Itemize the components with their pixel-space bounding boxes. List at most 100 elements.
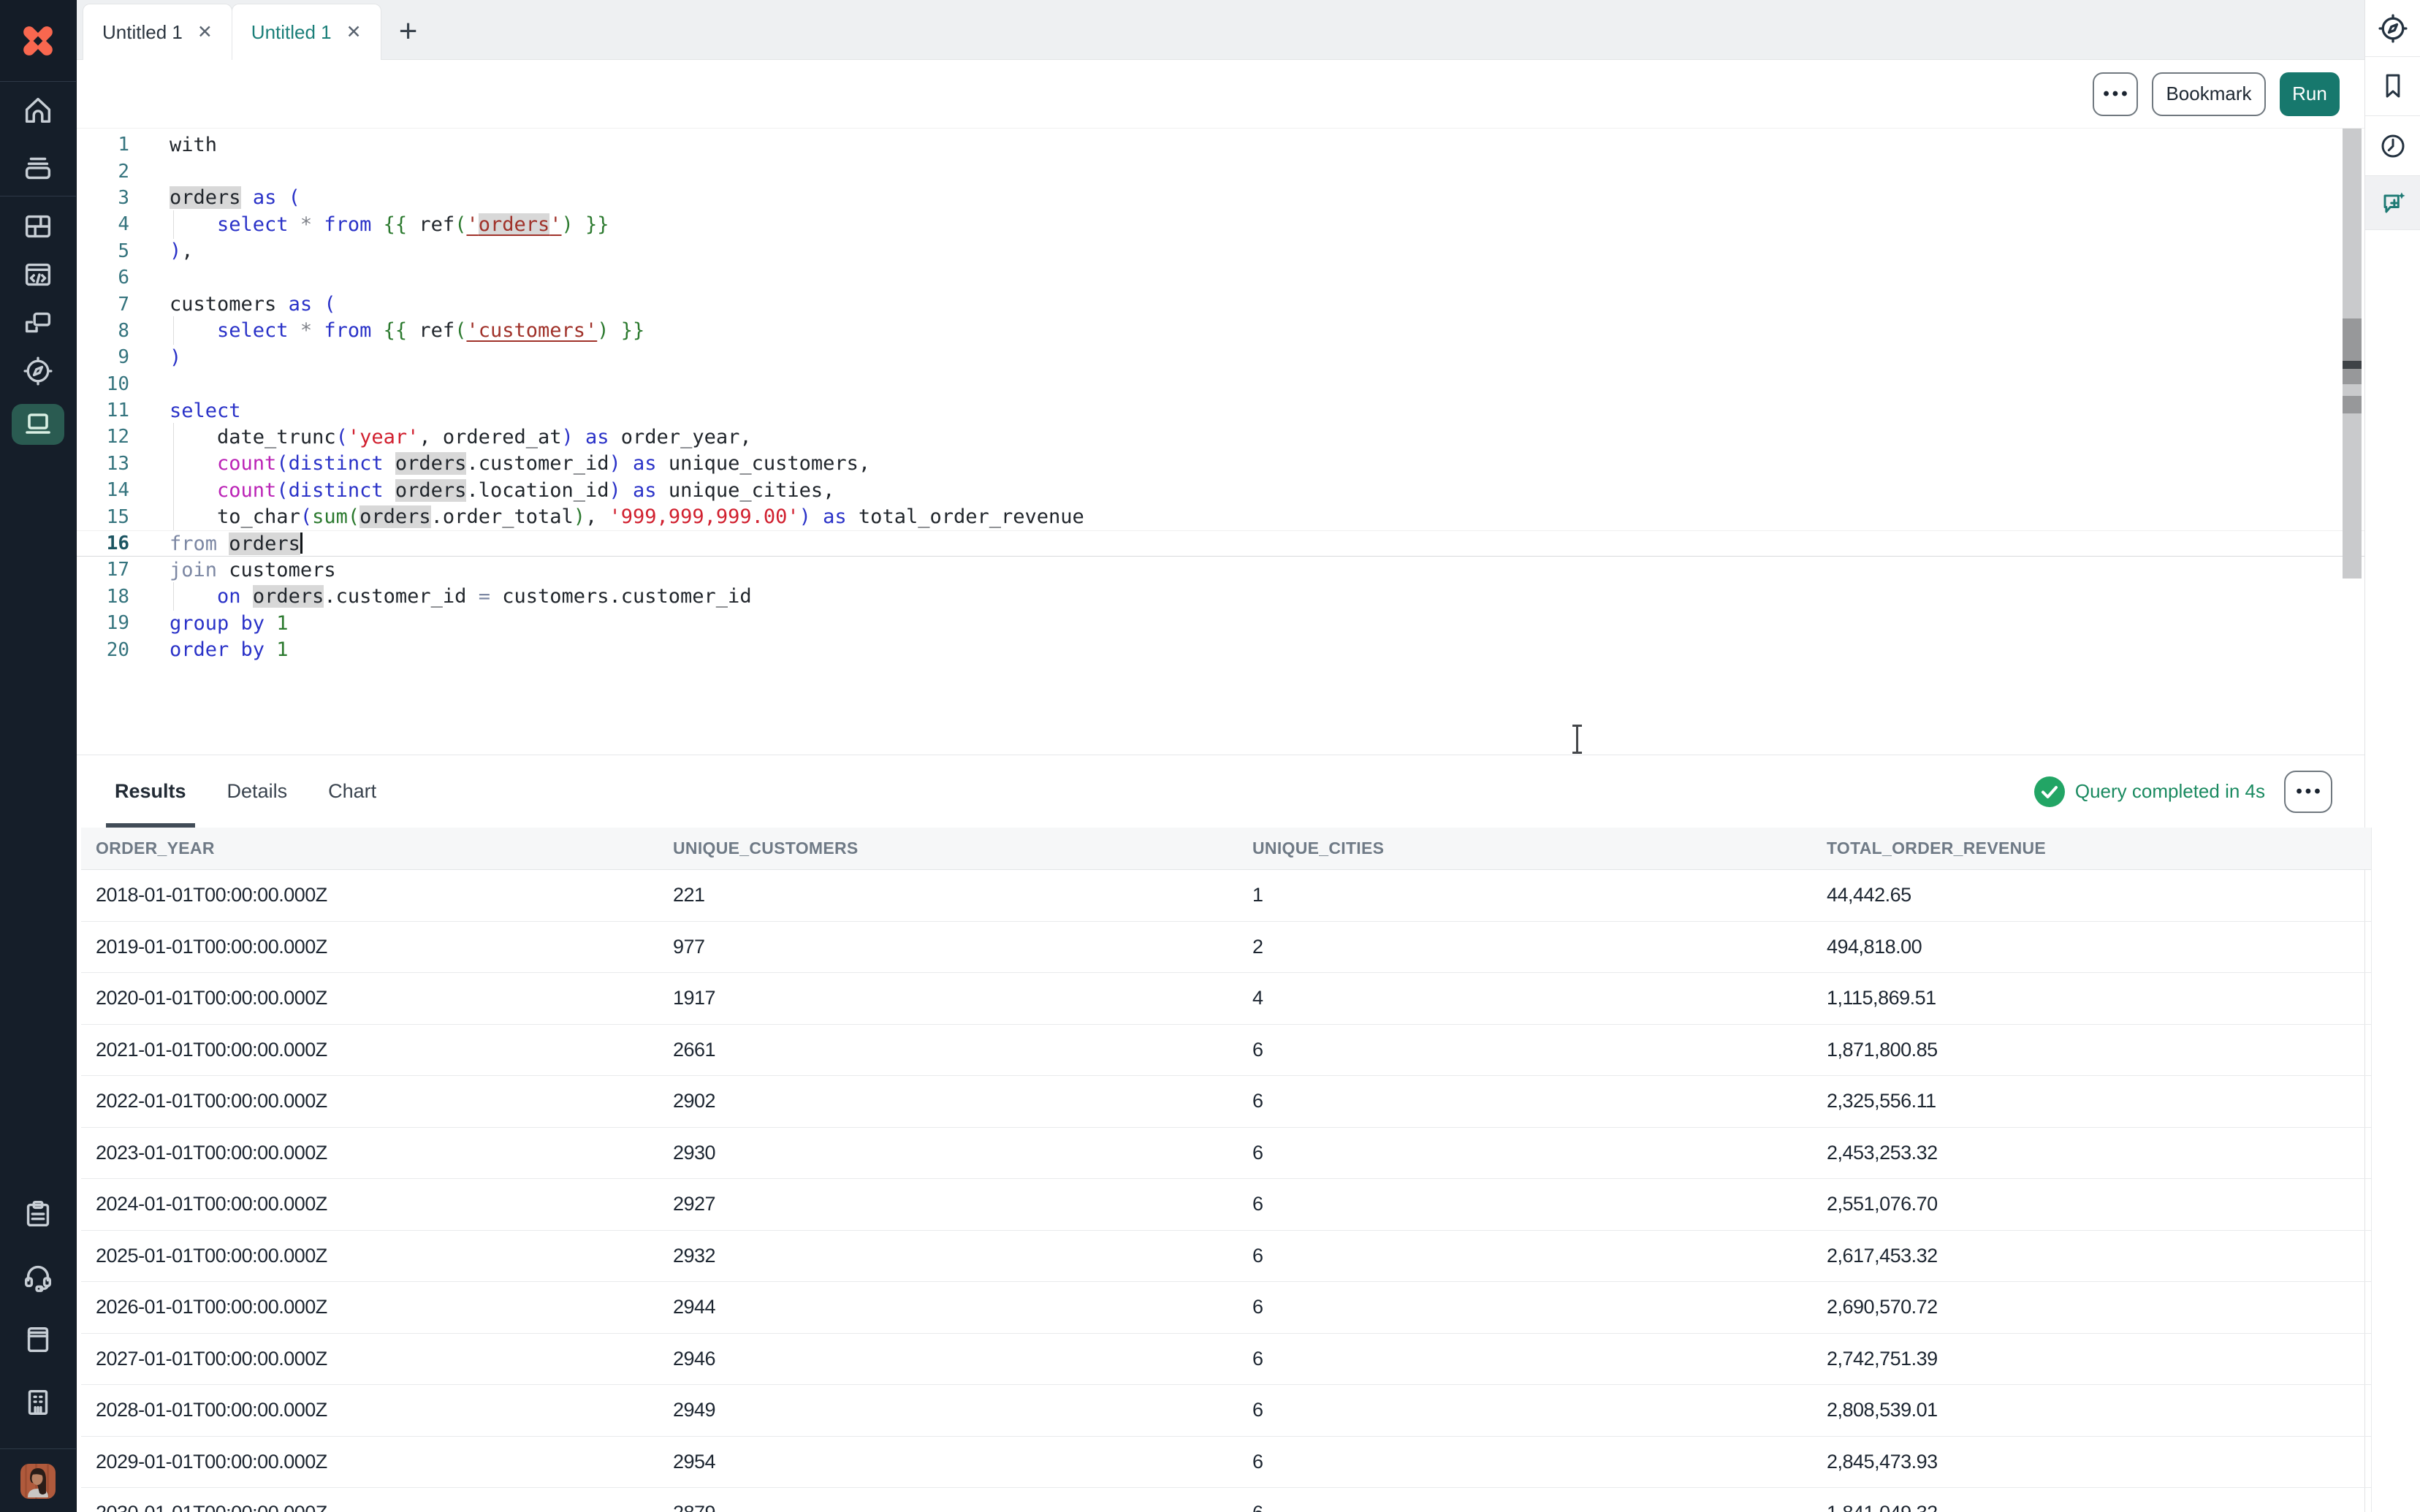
column-header-order_year[interactable]: ORDER_YEAR	[81, 839, 658, 858]
inbox-stack-icon[interactable]	[0, 139, 76, 196]
code-line-12[interactable]: 12 date_trunc('year', ordered_at) as ord…	[77, 424, 2364, 450]
headset-support-icon[interactable]	[12, 1260, 64, 1294]
new-tab-button[interactable]: +	[390, 3, 427, 59]
windows-two-icon[interactable]	[12, 306, 64, 340]
laptop-terminal-icon[interactable]	[12, 404, 64, 445]
home-icon[interactable]	[0, 82, 76, 139]
table-cell: 44,442.65	[1812, 884, 2371, 906]
table-cell: 6	[1238, 1193, 1812, 1215]
check-circle-icon	[2034, 776, 2065, 807]
tab-untitled-2[interactable]: Untitled 1✕	[232, 4, 381, 60]
code-text: date_trunc('year', ordered_at) as order_…	[170, 426, 752, 448]
table-cell: 2	[1238, 936, 1812, 958]
query-status: Query completed in 4s	[2034, 776, 2265, 807]
table-cell: 2029-01-01T00:00:00.000Z	[81, 1451, 658, 1473]
results-more-button[interactable]: •••	[2284, 771, 2332, 813]
table-cell: 2932	[658, 1245, 1238, 1267]
hex-logo[interactable]	[0, 0, 76, 82]
tab-close-icon[interactable]: ✕	[346, 21, 362, 43]
compass-icon[interactable]	[12, 354, 64, 388]
table-cell: 2022-01-01T00:00:00.000Z	[81, 1090, 658, 1112]
column-header-unique_cities[interactable]: UNIQUE_CITIES	[1238, 839, 1812, 858]
results-tab-chart[interactable]: Chart	[328, 755, 376, 828]
table-cell: 2,453,253.32	[1812, 1142, 2371, 1164]
table-cell: 6	[1238, 1502, 1812, 1512]
table-row: 2030-01-01T00:00:00.000Z287961,841,049.3…	[81, 1488, 2371, 1512]
table-cell: 2879	[658, 1502, 1238, 1512]
code-text: )	[170, 346, 181, 369]
scrollbar-thumb[interactable]	[2343, 318, 2362, 384]
table-cell: 4	[1238, 987, 1812, 1009]
editor-scrollbar[interactable]	[2343, 129, 2362, 579]
code-text: order by 1	[170, 638, 289, 661]
table-cell: 2954	[658, 1451, 1238, 1473]
code-line-5[interactable]: 5),	[77, 238, 2364, 264]
dashboard-grid-icon[interactable]	[12, 210, 64, 243]
code-line-17[interactable]: 17join customers	[77, 557, 2364, 583]
code-line-6[interactable]: 6	[77, 264, 2364, 291]
history-clock-icon[interactable]	[2365, 116, 2420, 176]
table-cell: 2018-01-01T00:00:00.000Z	[81, 884, 658, 906]
code-line-8[interactable]: 8 select * from {{ ref('customers') }}	[77, 318, 2364, 344]
table-row: 2019-01-01T00:00:00.000Z9772494,818.00	[81, 922, 2371, 974]
ai-chat-sparkle-icon[interactable]	[2365, 176, 2420, 230]
tab-close-icon[interactable]: ✕	[197, 21, 213, 43]
column-header-total_order_revenue[interactable]: TOTAL_ORDER_REVENUE	[1812, 839, 2371, 858]
table-cell: 1917	[658, 987, 1238, 1009]
code-line-14[interactable]: 14 count(distinct orders.location_id) as…	[77, 477, 2364, 503]
code-line-4[interactable]: 4 select * from {{ ref('orders') }}	[77, 211, 2364, 237]
run-button[interactable]: Run	[2280, 72, 2340, 116]
code-line-3[interactable]: 3orders as (	[77, 185, 2364, 211]
code-line-11[interactable]: 11select	[77, 397, 2364, 424]
table-row: 2028-01-01T00:00:00.000Z294962,808,539.0…	[81, 1385, 2371, 1437]
code-line-7[interactable]: 7customers as (	[77, 291, 2364, 317]
table-cell: 1,115,869.51	[1812, 987, 2371, 1009]
code-text: from orders	[170, 532, 302, 555]
results-tab-results[interactable]: Results	[115, 755, 186, 828]
bookmark-icon[interactable]	[2365, 57, 2420, 116]
docs-book-icon[interactable]	[12, 1323, 64, 1356]
hex-logo-icon	[17, 20, 59, 62]
table-cell: 2019-01-01T00:00:00.000Z	[81, 936, 658, 958]
line-number: 15	[77, 506, 129, 528]
code-window-icon[interactable]	[12, 258, 64, 291]
code-line-13[interactable]: 13 count(distinct orders.customer_id) as…	[77, 451, 2364, 477]
table-cell: 2020-01-01T00:00:00.000Z	[81, 987, 658, 1009]
table-cell: 2930	[658, 1142, 1238, 1164]
code-line-2[interactable]: 2	[77, 158, 2364, 184]
code-text: count(distinct orders.customer_id) as un…	[170, 452, 870, 475]
scrollbar-cursor-marker	[2343, 361, 2362, 369]
table-row: 2025-01-01T00:00:00.000Z293262,617,453.3…	[81, 1231, 2371, 1283]
building-org-icon[interactable]	[12, 1386, 64, 1419]
clipboard-icon[interactable]	[12, 1197, 64, 1231]
code-line-9[interactable]: 9)	[77, 344, 2364, 370]
table-cell: 2023-01-01T00:00:00.000Z	[81, 1142, 658, 1164]
tab-untitled-1[interactable]: Untitled 1✕	[83, 4, 232, 60]
code-line-16[interactable]: 16 from orders	[77, 530, 2364, 557]
line-number: 16	[77, 532, 129, 554]
table-cell: 2,551,076.70	[1812, 1193, 2371, 1215]
line-number: 9	[77, 346, 129, 368]
table-cell: 2,617,453.32	[1812, 1245, 2371, 1267]
user-avatar[interactable]	[20, 1464, 56, 1499]
compass-icon[interactable]	[2365, 0, 2420, 57]
code-text: ),	[170, 240, 194, 262]
code-text: on orders.customer_id = customers.custom…	[170, 585, 752, 608]
code-line-15[interactable]: 15 to_char(sum(orders.order_total), '999…	[77, 503, 2364, 530]
code-text: with	[170, 134, 217, 156]
code-line-1[interactable]: 1with	[77, 131, 2364, 158]
sql-editor[interactable]: 1with23orders as (4 select * from {{ ref…	[77, 129, 2364, 755]
code-line-10[interactable]: 10	[77, 371, 2364, 397]
editor-toolbar: ••• Bookmark Run	[77, 60, 2364, 129]
table-cell: 2028-01-01T00:00:00.000Z	[81, 1399, 658, 1421]
more-options-button[interactable]: •••	[2093, 72, 2138, 116]
code-line-18[interactable]: 18 on orders.customer_id = customers.cus…	[77, 584, 2364, 610]
bookmark-button[interactable]: Bookmark	[2152, 72, 2266, 116]
column-header-unique_customers[interactable]: UNIQUE_CUSTOMERS	[658, 839, 1238, 858]
results-tab-details[interactable]: Details	[227, 755, 288, 828]
code-line-19[interactable]: 19group by 1	[77, 610, 2364, 636]
table-row: 2024-01-01T00:00:00.000Z292762,551,076.7…	[81, 1179, 2371, 1231]
table-cell: 2661	[658, 1039, 1238, 1061]
code-line-20[interactable]: 20order by 1	[77, 636, 2364, 663]
code-text: orders as (	[170, 186, 300, 209]
